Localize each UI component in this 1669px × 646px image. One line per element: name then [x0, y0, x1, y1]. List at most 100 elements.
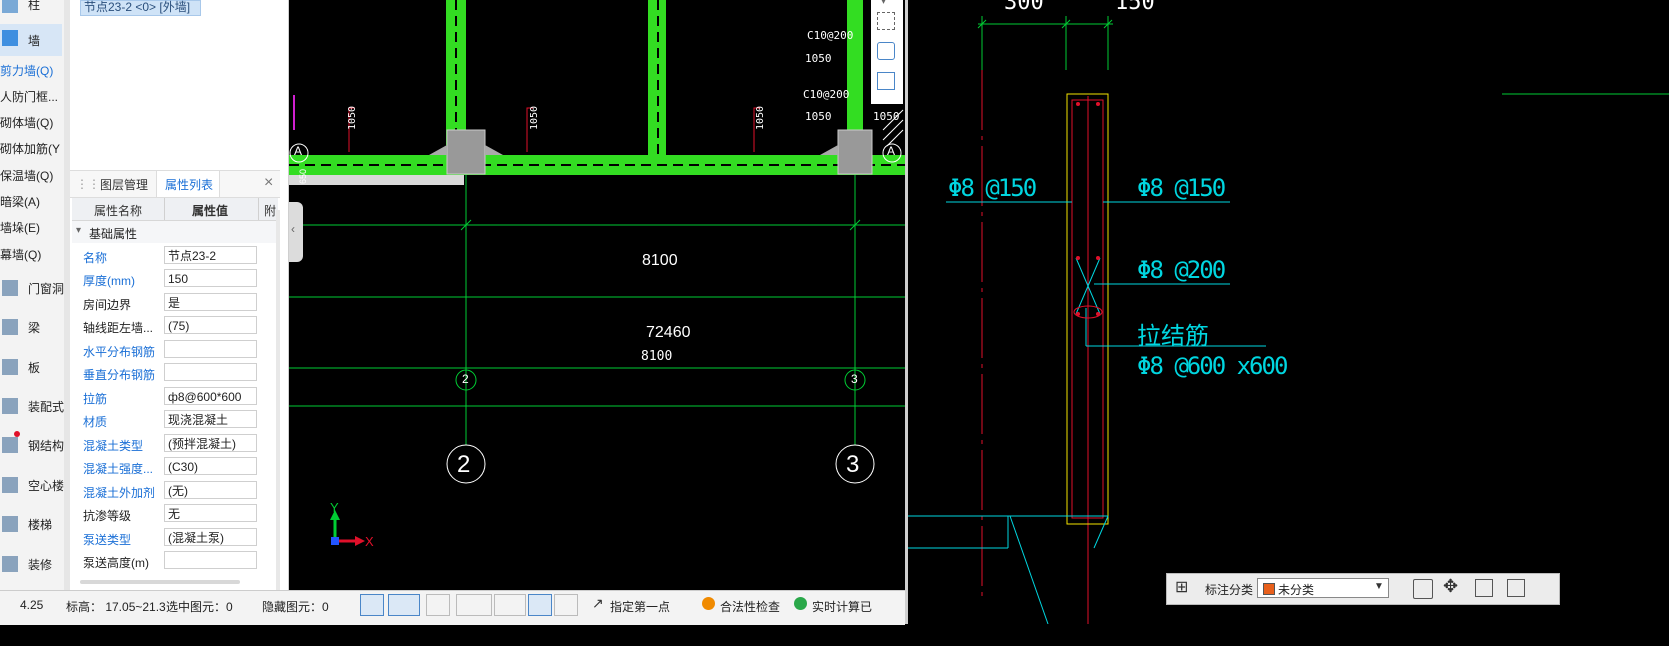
- length-label-top3: 1050: [873, 110, 900, 123]
- move-icon[interactable]: ✥: [1443, 576, 1458, 597]
- tree-selected-item[interactable]: 节点23-2 <0> [外墙]: [80, 0, 201, 16]
- property-row-concrete-strength[interactable]: 混凝土强度... (C30): [72, 455, 278, 478]
- property-row-thickness[interactable]: 厚度(mm) 150: [72, 267, 278, 290]
- dimension-bay-small: 8100: [641, 349, 673, 364]
- property-row-vertical-rebar[interactable]: 垂直分布钢筋: [72, 361, 278, 384]
- panel-collapse-handle[interactable]: ‹: [289, 202, 303, 262]
- rebar-label-top2: C10@200: [803, 88, 850, 101]
- beam-icon: [2, 319, 18, 335]
- annotation-category-select[interactable]: 未分类 ▼: [1257, 578, 1389, 598]
- dimension-lines: [977, 16, 1669, 95]
- sidebar-item-stair[interactable]: 楼梯: [0, 508, 62, 540]
- chevron-left-icon: ‹: [291, 222, 295, 236]
- property-row-impermeability[interactable]: 抗渗等级 无: [72, 502, 278, 525]
- property-row-name[interactable]: 名称 节点23-2: [72, 244, 278, 267]
- chevron-down-icon: ▼: [1374, 581, 1384, 592]
- category-swatch: [1263, 583, 1275, 595]
- close-icon[interactable]: ×: [264, 174, 273, 192]
- sidebar-item-curtain-wall[interactable]: 幕墙(Q): [0, 244, 62, 266]
- sidebar-item-decoration[interactable]: 装修: [0, 548, 62, 580]
- annotation-toolbar: ⊞ 标注分类 未分类 ▼ ✥: [1166, 573, 1560, 605]
- panel-hscrollbar[interactable]: [80, 580, 240, 584]
- arc-tool-icon[interactable]: [554, 594, 578, 616]
- sidebar-item-column[interactable]: 柱: [0, 0, 62, 16]
- edit-icon[interactable]: [1413, 579, 1433, 599]
- property-row-concrete-type[interactable]: 混凝土类型 (预拌混凝土): [72, 432, 278, 455]
- copy-icon[interactable]: [1475, 579, 1493, 597]
- sidebar-item-masonry-wall[interactable]: 砌体墙(Q): [0, 112, 62, 134]
- dimension-300: 300: [1004, 0, 1044, 15]
- rebar-spec-right: Φ8 @150: [1137, 174, 1226, 202]
- property-row-admixture[interactable]: 混凝土外加剂 (无): [72, 479, 278, 502]
- hidden-count: 隐藏图元：0: [262, 600, 329, 614]
- sidebar-item-hidden-beam[interactable]: 暗梁(A): [0, 191, 62, 213]
- property-group-basic[interactable]: ▾ 基础属性: [72, 221, 278, 243]
- ucs-axes: [330, 510, 365, 546]
- ucs-x-label: X: [365, 534, 374, 549]
- length-label-top2: 1050: [805, 110, 832, 123]
- status-bar: 4.25 标高： 17.05~21.3 选中图元：0 隐藏图元：0 ↗ 指定第一…: [0, 590, 905, 625]
- tie-bar-label: 拉结筋: [1137, 323, 1209, 350]
- property-row-tie-bar[interactable]: 拉筋 ф8@600*600: [72, 385, 278, 408]
- tie-bar-spec: Φ8 @600 x600: [1137, 352, 1288, 380]
- grid-view-icon[interactable]: ⊞: [1175, 579, 1193, 597]
- property-row-room-boundary[interactable]: 房间边界 是: [72, 291, 278, 314]
- door-window-icon: [2, 280, 18, 296]
- dimension-bay: 8100: [642, 252, 678, 269]
- sidebar-item-pilaster[interactable]: 墙垛(E): [0, 217, 62, 239]
- sidebar-item-slab[interactable]: 板: [0, 351, 62, 383]
- line-tool-icon[interactable]: [456, 594, 492, 616]
- sidebar-item-prefab[interactable]: 装配式: [0, 390, 64, 422]
- legality-check-link[interactable]: 合法性检查: [720, 598, 780, 615]
- fullscreen-icon[interactable]: [877, 12, 895, 30]
- property-row-axis-offset[interactable]: 轴线距左墙... (75): [72, 314, 278, 337]
- check-icon: [794, 597, 807, 610]
- tab-layer-management[interactable]: 图层管理: [100, 176, 148, 193]
- grid-axis-label-3: 3: [846, 451, 860, 478]
- panel-tabs: ⋮⋮ 图层管理 属性列表 ×: [70, 170, 280, 198]
- arrow-icon: ↗: [592, 595, 604, 611]
- sidebar-item-wall[interactable]: 墙: [0, 24, 62, 56]
- paste-icon[interactable]: [1507, 579, 1525, 597]
- dimension-ticks: [348, 107, 760, 152]
- layer-list-icon[interactable]: [877, 72, 895, 90]
- drag-handle-icon[interactable]: ⋮⋮: [76, 177, 100, 191]
- stair-icon: [2, 516, 18, 532]
- vertical-length-label: 1050: [755, 105, 766, 130]
- length-label-top1: 1050: [805, 52, 832, 65]
- snap-tool-icon[interactable]: [494, 594, 526, 616]
- property-row-material[interactable]: 材质 现浇混凝土: [72, 408, 278, 431]
- 3d-view-icon[interactable]: [877, 42, 895, 60]
- sidebar-item-insulation-wall[interactable]: 保温墙(Q): [0, 165, 62, 187]
- tab-property-list[interactable]: 属性列表: [156, 171, 220, 197]
- sidebar-item-hollow-floor[interactable]: 空心楼盖: [0, 469, 76, 501]
- sidebar-item-door-window[interactable]: 门窗洞: [0, 272, 64, 304]
- property-row-pump-type[interactable]: 泵送类型 (混凝土泵): [72, 526, 278, 549]
- view-toolbar: ▾: [871, 0, 903, 104]
- grid-lines: [289, 175, 905, 445]
- sidebar-item-shear-wall[interactable]: 剪力墙(Q): [0, 60, 62, 82]
- cad-viewport-plan[interactable]: C10@200 1050 C10@200 1050 1050 1050 1050…: [289, 0, 905, 590]
- column-header-name: 属性名称: [94, 204, 143, 218]
- small-dimension-label: 650: [298, 168, 308, 184]
- collapse-caret-icon: ▾: [76, 225, 82, 236]
- property-row-pump-height[interactable]: 泵送高度(m): [72, 549, 278, 572]
- grid-axis-label-2: 2: [457, 451, 471, 478]
- cross-select-icon[interactable]: [426, 594, 450, 616]
- box-select-icon[interactable]: [388, 594, 420, 616]
- sidebar-item-beam[interactable]: 梁: [0, 311, 62, 343]
- chevron-down-icon[interactable]: ▾: [881, 0, 886, 7]
- realtime-calc-status[interactable]: 实时计算已: [812, 598, 872, 615]
- cad-viewport-detail[interactable]: 300 150 Φ8 @150 Φ8 @150 Φ8 @200 拉结筋 Φ8 @…: [908, 0, 1669, 624]
- slab-icon: [2, 359, 18, 375]
- sidebar-item-civil-defense-door[interactable]: 人防门框...: [0, 86, 62, 108]
- property-row-horizontal-rebar[interactable]: 水平分布钢筋: [72, 338, 278, 361]
- sidebar-item-masonry-rebar[interactable]: 砌体加筋(Y: [0, 138, 62, 160]
- prefab-icon: [2, 398, 18, 414]
- sidebar-item-steel[interactable]: 钢结构: [0, 429, 64, 461]
- column-icon: [2, 0, 18, 13]
- axis-label-a-left: A: [294, 144, 303, 158]
- select-tool-icon[interactable]: [360, 594, 384, 616]
- hollow-floor-icon: [2, 477, 18, 493]
- ortho-tool-icon[interactable]: [528, 594, 552, 616]
